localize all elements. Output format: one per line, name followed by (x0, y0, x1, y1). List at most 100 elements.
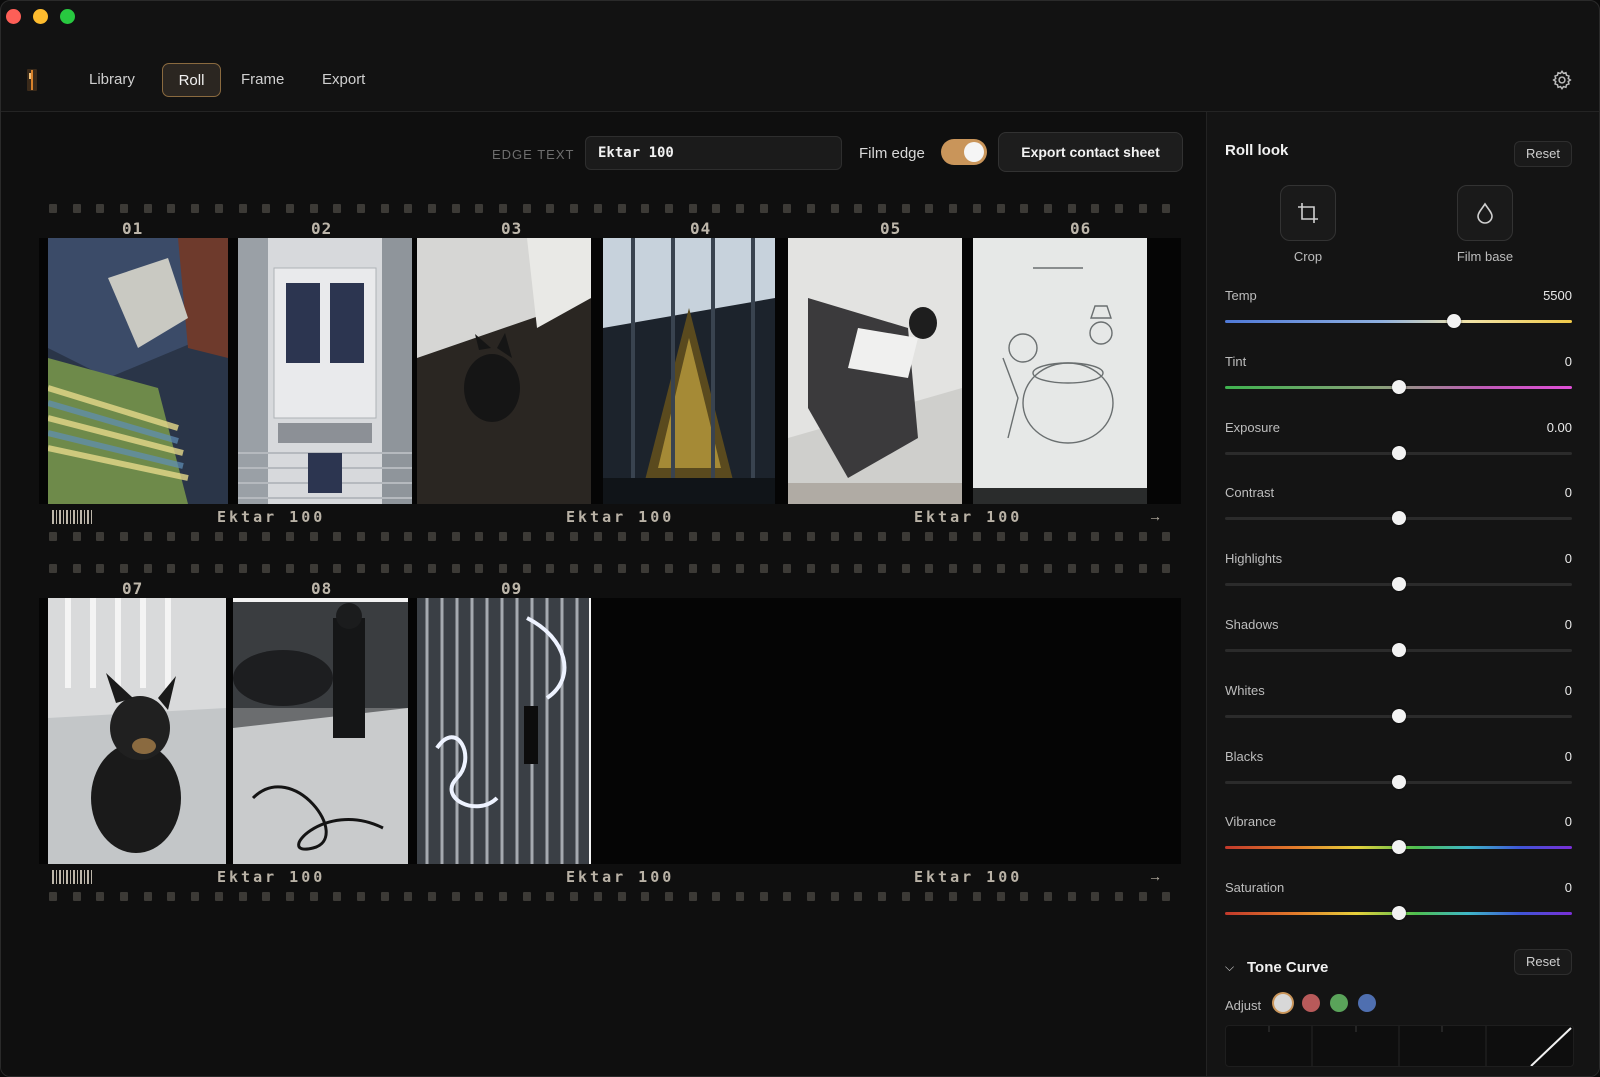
sprocket-hole (712, 204, 721, 213)
slider-track[interactable] (1225, 320, 1572, 323)
slider-value[interactable]: 0 (1565, 551, 1572, 566)
sprocket-hole (120, 892, 129, 901)
frame-photo-06[interactable] (973, 238, 1147, 504)
minimize-window-button[interactable] (33, 9, 48, 24)
slider-thumb[interactable] (1391, 445, 1406, 460)
slider-thumb[interactable] (1447, 314, 1462, 328)
frame-photo-05[interactable] (788, 238, 962, 504)
channel-swatch[interactable] (1274, 994, 1292, 1012)
slider-value[interactable]: 0.00 (1547, 420, 1572, 435)
sprocket-hole (807, 532, 815, 541)
sprocket-hole (972, 892, 981, 901)
frame-photo-01[interactable] (48, 238, 228, 504)
sprocket-hole (404, 204, 413, 213)
sprocket-hole (617, 204, 626, 213)
sprocket-hole (214, 204, 223, 213)
sprocket-hole (878, 892, 887, 901)
sprocket-hole (1020, 892, 1029, 901)
sprocket-hole (901, 204, 910, 213)
tab-frame[interactable]: Frame (227, 63, 298, 97)
slider-exposure: Exposure 0.00 (1225, 420, 1572, 470)
slider-value[interactable]: 0 (1565, 880, 1572, 895)
export-contact-sheet-button[interactable]: Export contact sheet (998, 132, 1183, 172)
sprocket-hole (1162, 564, 1171, 573)
sprocket-hole (712, 564, 721, 573)
crop-tool-button[interactable]: Crop (1268, 185, 1348, 264)
sprocket-hole (428, 532, 436, 541)
slider-thumb[interactable] (1391, 708, 1406, 723)
chevron-down-icon[interactable]: ⌵ (1225, 960, 1234, 975)
tab-library[interactable]: Library (75, 63, 149, 97)
slider-thumb[interactable] (1391, 511, 1406, 526)
sprocket-hole (901, 892, 910, 901)
slider-thumb[interactable] (1391, 577, 1406, 592)
slider-thumb[interactable] (1391, 774, 1406, 789)
frame-number: 03 (501, 219, 523, 238)
close-window-button[interactable] (6, 9, 21, 24)
slider-value[interactable]: 0 (1565, 814, 1572, 829)
sprocket-hole (1067, 892, 1076, 901)
channel-swatch[interactable] (1302, 994, 1320, 1012)
sprocket-hole (830, 532, 839, 541)
sprocket-hole (759, 204, 768, 213)
slider-thumb[interactable] (1391, 906, 1406, 921)
slider-tint: Tint 0 (1225, 354, 1572, 404)
channel-swatch[interactable] (1358, 994, 1376, 1012)
film-edge-text: Ektar 100 (566, 868, 675, 886)
slider-value[interactable]: 0 (1565, 485, 1572, 500)
sprocket-hole (949, 564, 958, 573)
sprocket-row (39, 204, 1181, 214)
frame-photo-07[interactable] (48, 598, 226, 864)
slider-thumb[interactable] (1391, 643, 1406, 657)
sprocket-hole (72, 892, 81, 901)
crop-icon (1298, 203, 1318, 223)
edge-text-input[interactable]: Ektar 100 (585, 136, 842, 170)
slider-temp: Temp 5500 (1225, 288, 1572, 338)
tab-roll[interactable]: Roll (162, 63, 221, 97)
frame-photo-04[interactable] (603, 238, 775, 504)
frame-photo-09[interactable] (417, 598, 591, 864)
settings-gear-icon[interactable] (1551, 69, 1573, 91)
sprocket-hole (522, 204, 531, 213)
title-bar (1, 1, 1599, 37)
sprocket-hole (285, 564, 294, 573)
sprocket-hole (96, 204, 105, 213)
slider-value[interactable]: 0 (1565, 617, 1572, 632)
sprocket-hole (475, 532, 484, 541)
sprocket-hole (546, 564, 555, 573)
roll-look-reset-button[interactable]: Reset (1514, 141, 1572, 167)
frame-photo-03[interactable] (417, 238, 591, 504)
sprocket-hole (878, 532, 887, 541)
sprocket-hole (1020, 532, 1029, 541)
tab-export[interactable]: Export (308, 63, 379, 97)
slider-value[interactable]: 0 (1565, 354, 1572, 369)
film-base-tool-label: Film base (1456, 249, 1514, 264)
sprocket-hole (404, 892, 413, 901)
zoom-window-button[interactable] (60, 9, 75, 24)
sprocket-hole (901, 564, 910, 573)
channel-swatch[interactable] (1330, 994, 1348, 1012)
sprocket-hole (238, 564, 247, 573)
tone-curve-reset-button[interactable]: Reset (1514, 949, 1572, 975)
sprocket-hole (807, 204, 815, 213)
slider-thumb[interactable] (1391, 840, 1406, 855)
slider-value[interactable]: 5500 (1543, 288, 1572, 303)
sprocket-hole (759, 892, 768, 901)
sprocket-hole (1138, 564, 1147, 573)
sprocket-hole (167, 204, 176, 213)
sprocket-hole (120, 204, 129, 213)
tone-curve-graph[interactable] (1225, 1025, 1574, 1067)
app-window: Library Roll Frame Export EDGE TEXT Ekta… (0, 0, 1600, 1077)
slider-thumb[interactable] (1391, 379, 1406, 394)
sprocket-hole (356, 204, 365, 213)
slider-value[interactable]: 0 (1565, 749, 1572, 764)
sprocket-hole (949, 204, 958, 213)
film-edge-toggle[interactable] (941, 139, 987, 165)
slider-saturation: Saturation 0 (1225, 880, 1572, 930)
sprocket-hole (925, 532, 934, 541)
sprocket-hole (262, 532, 271, 541)
frame-photo-08[interactable] (233, 598, 408, 864)
frame-photo-02[interactable] (238, 238, 412, 504)
film-base-tool-button[interactable]: Film base (1445, 185, 1525, 264)
slider-value[interactable]: 0 (1565, 683, 1572, 698)
